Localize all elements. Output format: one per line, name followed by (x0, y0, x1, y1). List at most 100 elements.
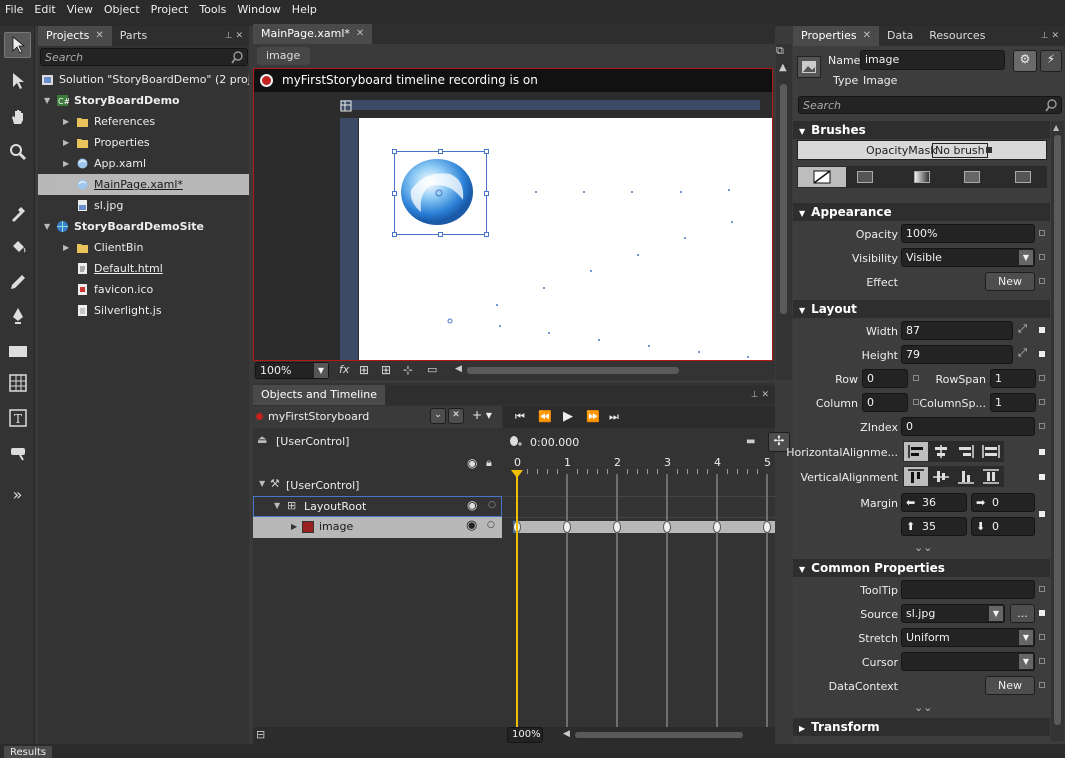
properties-search-input[interactable]: Search (798, 96, 1062, 114)
breadcrumb-item[interactable]: image (257, 47, 310, 65)
advanced-option-icon[interactable] (1039, 610, 1045, 616)
advanced-option-icon[interactable] (1039, 254, 1045, 260)
row-input[interactable]: 0 (862, 369, 908, 388)
gradient-brush-icon[interactable] (914, 171, 930, 183)
timeline-scrollbar-thumb[interactable] (575, 732, 743, 738)
eyedropper-tool-icon[interactable] (4, 200, 31, 226)
project-tree-item[interactable]: ▼ StoryBoardDemoSite (38, 216, 249, 237)
timeline-zoom-field[interactable]: 100% (507, 727, 543, 743)
advanced-option-icon[interactable] (913, 399, 919, 405)
pan-tool-icon[interactable] (4, 104, 31, 130)
text-tool-icon[interactable]: T (4, 405, 31, 431)
scope-up-icon[interactable]: ⏏ (257, 433, 267, 446)
zoom-select[interactable]: 100% ▼ (255, 362, 329, 379)
keyframe[interactable] (563, 521, 571, 533)
pin-close-icons[interactable]: ⊥ ✕ (225, 26, 243, 46)
advanced-option-icon[interactable] (1039, 474, 1045, 480)
scroll-up-icon[interactable]: ▲ (779, 62, 787, 73)
advanced-option-icon[interactable] (1039, 327, 1045, 333)
align-top-icon[interactable] (904, 467, 928, 486)
expand-icon[interactable]: ▼ (44, 90, 50, 111)
properties-scrollbar[interactable]: ▲ (1051, 121, 1064, 741)
image-track-bar[interactable] (513, 521, 775, 533)
tab-objects-timeline[interactable]: Objects and Timeline (253, 385, 386, 405)
pencil-tool-icon[interactable] (4, 269, 31, 295)
tab-results[interactable]: Results (4, 746, 53, 758)
section-appearance[interactable]: ▼ Appearance (793, 203, 1050, 221)
expand-icon[interactable]: ▼ (274, 501, 280, 510)
lock-toggle-icon[interactable]: ○ (488, 500, 496, 510)
zoom-tool-icon[interactable] (4, 139, 31, 165)
menu-edit[interactable]: Edit (29, 0, 61, 19)
vertical-scrollbar-thumb[interactable] (780, 84, 787, 314)
project-tree-item[interactable]: ▶ ClientBin (38, 237, 249, 258)
opacitymask-row[interactable]: OpacityMask No brush (797, 140, 1047, 160)
play-icon[interactable]: ▶ (563, 409, 573, 424)
keyframe[interactable] (613, 521, 621, 533)
align-middle-icon[interactable] (929, 467, 953, 486)
tooltip-input[interactable] (901, 580, 1035, 599)
events-view-icon[interactable]: ⚡ (1040, 50, 1062, 72)
solid-brush-icon[interactable] (857, 171, 873, 183)
menu-window[interactable]: Window (232, 0, 286, 19)
project-tree-item[interactable]: ▶ References (38, 111, 249, 132)
playhead-handle-icon[interactable] (511, 470, 523, 478)
stretch-select[interactable]: Uniform ▼ (901, 628, 1035, 647)
section-layout[interactable]: ▼ Layout (793, 300, 1050, 318)
menu-help[interactable]: Help (287, 0, 323, 19)
tab-properties[interactable]: Properties ✕ (793, 26, 879, 46)
advanced-option-icon[interactable] (1039, 682, 1045, 688)
align-stretch-icon[interactable] (979, 442, 1003, 461)
selection-tool-icon[interactable] (4, 32, 31, 58)
expand-icon[interactable]: ▼ (259, 479, 265, 488)
artboard[interactable] (359, 118, 772, 360)
align-vstretch-icon[interactable] (979, 467, 1003, 486)
more-tools-icon[interactable]: » (4, 481, 31, 507)
advanced-option-icon[interactable] (1039, 423, 1045, 429)
advanced-option-icon[interactable] (1039, 658, 1045, 664)
tab-projects[interactable]: Projects ✕ (38, 26, 112, 46)
advanced-option-icon[interactable] (1039, 278, 1045, 284)
rowspan-input[interactable]: 1 (990, 369, 1036, 388)
view-mode-icon[interactable]: ⧉ (776, 44, 784, 58)
tile-brush-icon[interactable] (964, 171, 980, 183)
keyframe[interactable] (713, 521, 721, 533)
width-input[interactable]: 87 (901, 321, 1013, 340)
properties-scrollbar-thumb[interactable] (1054, 135, 1061, 725)
auto-size-icon[interactable]: ⤢ (1018, 346, 1027, 360)
expand-icon[interactable]: ▶ (63, 132, 69, 153)
advanced-option-icon[interactable] (1039, 399, 1045, 405)
visibility-select[interactable]: Visible ▼ (901, 248, 1035, 267)
advanced-option-icon[interactable] (1039, 375, 1045, 381)
expand-icon[interactable]: ▶ (63, 237, 69, 258)
new-storyboard-icon[interactable]: + ▾ (472, 408, 492, 422)
visibility-eye-icon[interactable]: ◉ (467, 498, 477, 512)
name-input[interactable]: image (860, 50, 1005, 70)
advanced-option-icon[interactable] (986, 147, 992, 153)
lock-icon[interactable]: 🔒︎ (486, 456, 492, 470)
close-icon[interactable]: ✕ (95, 26, 103, 46)
close-storyboard-icon[interactable]: ✕ (448, 408, 464, 424)
align-bottom-icon[interactable] (954, 467, 978, 486)
effect-new-button[interactable]: New (985, 272, 1035, 291)
height-input[interactable]: 79 (901, 345, 1013, 364)
visibility-eye-icon[interactable]: ◉ (467, 456, 477, 470)
margin-left-input[interactable]: ⬅ 36 (901, 493, 967, 512)
cursor-select[interactable]: ▼ (901, 652, 1035, 671)
tab-parts[interactable]: Parts (112, 26, 155, 46)
columnspan-input[interactable]: 1 (990, 393, 1036, 412)
tab-resources[interactable]: Resources (921, 26, 993, 46)
close-icon[interactable]: ✕ (356, 24, 364, 44)
expand-icon[interactable]: ▶ (291, 522, 297, 531)
tab-data[interactable]: Data (879, 26, 921, 46)
margin-top-input[interactable]: ⬆ 35 (901, 517, 967, 536)
menu-view[interactable]: View (62, 0, 99, 19)
properties-view-icon[interactable]: ⚙ (1013, 50, 1037, 72)
project-tree-item[interactable]: Solution "StoryBoardDemo" (2 project( (38, 69, 249, 90)
timeline-layout-icon[interactable]: ⊟ (256, 728, 265, 741)
close-icon[interactable]: ✕ (863, 26, 871, 46)
align-right-icon[interactable] (954, 442, 978, 461)
advanced-option-icon[interactable] (913, 375, 919, 381)
scroll-left-icon[interactable]: ◀ (455, 364, 462, 374)
section-transform[interactable]: ▶ Transform (793, 718, 1050, 736)
